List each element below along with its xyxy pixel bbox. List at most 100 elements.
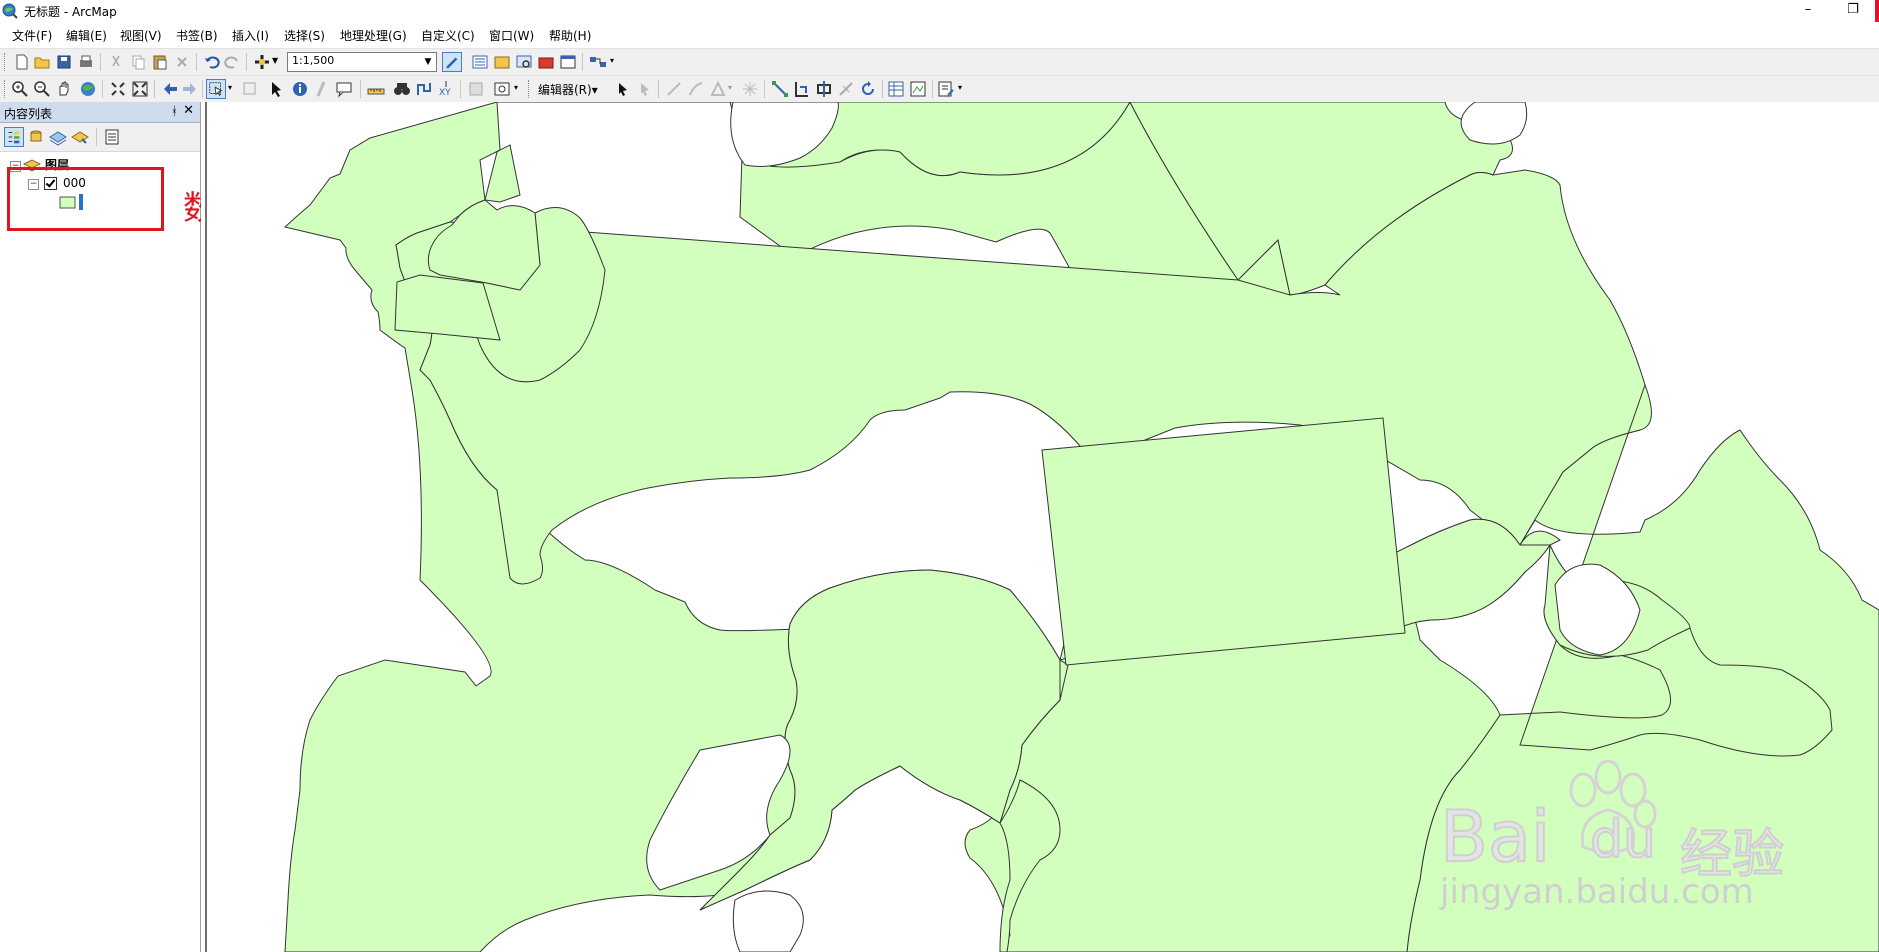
toolbar-grip[interactable] bbox=[528, 80, 532, 98]
fixed-zoom-in-icon[interactable] bbox=[108, 79, 128, 99]
list-by-selection-icon[interactable] bbox=[70, 127, 90, 147]
sketch-properties-icon[interactable] bbox=[908, 79, 928, 99]
edit-vertices-icon[interactable] bbox=[770, 79, 790, 99]
menu-windows[interactable]: 窗口(W) bbox=[489, 27, 534, 44]
arctoolbox-icon[interactable] bbox=[536, 52, 556, 72]
forward-arrow-icon[interactable] bbox=[180, 79, 200, 99]
watermark-url: jingyan.baidu.com bbox=[1440, 872, 1754, 912]
chevron-down-icon[interactable]: ▼ bbox=[272, 56, 278, 65]
pan-hand-icon[interactable] bbox=[54, 79, 74, 99]
back-arrow-icon[interactable] bbox=[160, 79, 180, 99]
baidu-watermark: Bai du 经验 jingyan.baidu.com bbox=[1439, 752, 1785, 922]
paste-icon[interactable] bbox=[150, 52, 170, 72]
redo-icon[interactable] bbox=[222, 52, 242, 72]
arcmap-globe-icon bbox=[2, 3, 18, 19]
rotate-icon[interactable] bbox=[858, 79, 878, 99]
watermark-brand: Bai bbox=[1439, 795, 1551, 879]
zoom-in-icon[interactable] bbox=[10, 79, 30, 99]
construction-tools-icon[interactable] bbox=[708, 79, 728, 99]
menu-bar: 文件(F) 编辑(E) 视图(V) 书签(B) 插入(I) 选择(S) 地理处理… bbox=[0, 22, 1879, 48]
standard-toolbar: ▼ 1:1,500 ▼ ▾ bbox=[0, 48, 1879, 75]
catalog-icon[interactable] bbox=[492, 52, 512, 72]
split-tool-icon[interactable] bbox=[836, 79, 856, 99]
map-scale-dropdown[interactable]: 1:1,500 ▼ bbox=[287, 52, 437, 72]
toolbar-grip[interactable] bbox=[4, 53, 8, 71]
table-of-contents-icon[interactable] bbox=[470, 52, 490, 72]
toolbar-options-icon[interactable]: ▾ bbox=[610, 56, 614, 65]
edit-tool-icon[interactable] bbox=[612, 79, 632, 99]
time-slider-icon[interactable] bbox=[466, 79, 486, 99]
pin-icon[interactable]: ᚼ bbox=[171, 104, 178, 118]
find-binoculars-icon[interactable] bbox=[392, 79, 412, 99]
toc-header: 内容列表 ᚼ ✕ bbox=[0, 102, 200, 123]
identify-icon[interactable] bbox=[290, 79, 310, 99]
select-features-icon[interactable] bbox=[206, 79, 226, 99]
chevron-down-icon[interactable]: ▼ bbox=[420, 53, 436, 71]
open-folder-icon[interactable] bbox=[32, 52, 52, 72]
cut-icon[interactable] bbox=[106, 52, 126, 72]
editor-toolbar-icon[interactable] bbox=[442, 52, 462, 72]
full-extent-globe-icon[interactable] bbox=[78, 79, 98, 99]
chevron-down-icon[interactable]: ▾ bbox=[728, 83, 732, 92]
python-window-icon[interactable] bbox=[558, 52, 578, 72]
delete-icon[interactable] bbox=[172, 52, 192, 72]
window-title: 无标题 - ArcMap bbox=[24, 5, 117, 19]
create-viewer-window-icon[interactable] bbox=[492, 79, 512, 99]
cut-polygons-icon[interactable] bbox=[814, 79, 834, 99]
find-route-icon[interactable] bbox=[414, 79, 434, 99]
print-icon[interactable] bbox=[76, 52, 96, 72]
list-by-drawing-order-icon[interactable] bbox=[4, 127, 24, 147]
list-by-visibility-icon[interactable] bbox=[48, 127, 68, 147]
menu-view[interactable]: 视图(V) bbox=[120, 27, 162, 44]
menu-customize[interactable]: 自定义(C) bbox=[421, 27, 475, 44]
new-document-icon[interactable] bbox=[12, 52, 32, 72]
watermark-brand-suffix: du bbox=[1589, 809, 1657, 871]
edit-annotation-icon[interactable] bbox=[634, 79, 654, 99]
chevron-down-icon[interactable]: ▾ bbox=[228, 83, 232, 92]
undo-icon[interactable] bbox=[202, 52, 222, 72]
menu-insert[interactable]: 插入(I) bbox=[232, 27, 269, 44]
menu-help[interactable]: 帮助(H) bbox=[549, 27, 591, 44]
toolbar-options-icon[interactable]: ▾ bbox=[958, 83, 962, 92]
map-frame-border bbox=[205, 102, 207, 952]
svg-text:XY: XY bbox=[439, 88, 451, 98]
menu-geoprocessing[interactable]: 地理处理(G) bbox=[340, 27, 407, 44]
menu-file[interactable]: 文件(F) bbox=[12, 27, 52, 44]
close-icon[interactable]: ✕ bbox=[183, 103, 194, 118]
vertex-icon[interactable] bbox=[740, 79, 760, 99]
model-builder-icon[interactable] bbox=[588, 52, 608, 72]
attributes-icon[interactable] bbox=[886, 79, 906, 99]
menu-selection[interactable]: 选择(S) bbox=[284, 27, 325, 44]
zoom-out-icon[interactable] bbox=[32, 79, 52, 99]
add-data-icon[interactable] bbox=[252, 52, 272, 72]
toolbar-grip[interactable] bbox=[4, 80, 8, 98]
save-icon[interactable] bbox=[54, 52, 74, 72]
map-hole bbox=[732, 890, 804, 952]
options-icon[interactable] bbox=[102, 127, 122, 147]
trace-icon[interactable] bbox=[686, 79, 706, 99]
fixed-zoom-out-icon[interactable] bbox=[130, 79, 150, 99]
copy-icon[interactable] bbox=[128, 52, 148, 72]
create-features-icon[interactable] bbox=[936, 79, 956, 99]
hyperlink-icon[interactable] bbox=[312, 79, 332, 99]
tools-toolbar: ▾ XY ▾ 编辑器(R)▾ ▾ ▾ bbox=[0, 75, 1879, 102]
map-polygon bbox=[283, 102, 1011, 952]
map-hole bbox=[1460, 102, 1528, 145]
html-popup-icon[interactable] bbox=[334, 79, 354, 99]
measure-icon[interactable] bbox=[366, 79, 386, 99]
minimize-button[interactable]: – bbox=[1785, 0, 1831, 22]
toolbar-options-icon[interactable]: ▾ bbox=[514, 83, 518, 92]
editor-menu[interactable]: 编辑器(R)▾ bbox=[538, 81, 598, 98]
menu-bookmarks[interactable]: 书签(B) bbox=[176, 27, 218, 44]
clear-selection-icon[interactable] bbox=[240, 79, 260, 99]
select-elements-icon[interactable] bbox=[266, 79, 286, 99]
restore-button[interactable]: ❐ bbox=[1830, 0, 1876, 22]
go-to-xy-icon[interactable]: XY bbox=[436, 79, 456, 99]
reshape-feature-icon[interactable] bbox=[792, 79, 812, 99]
menu-edit[interactable]: 编辑(E) bbox=[66, 27, 107, 44]
toc-title: 内容列表 bbox=[4, 107, 53, 121]
search-window-icon[interactable] bbox=[514, 52, 534, 72]
close-button-edge[interactable] bbox=[1875, 0, 1879, 22]
straight-segment-icon[interactable] bbox=[664, 79, 684, 99]
list-by-source-icon[interactable] bbox=[26, 127, 46, 147]
